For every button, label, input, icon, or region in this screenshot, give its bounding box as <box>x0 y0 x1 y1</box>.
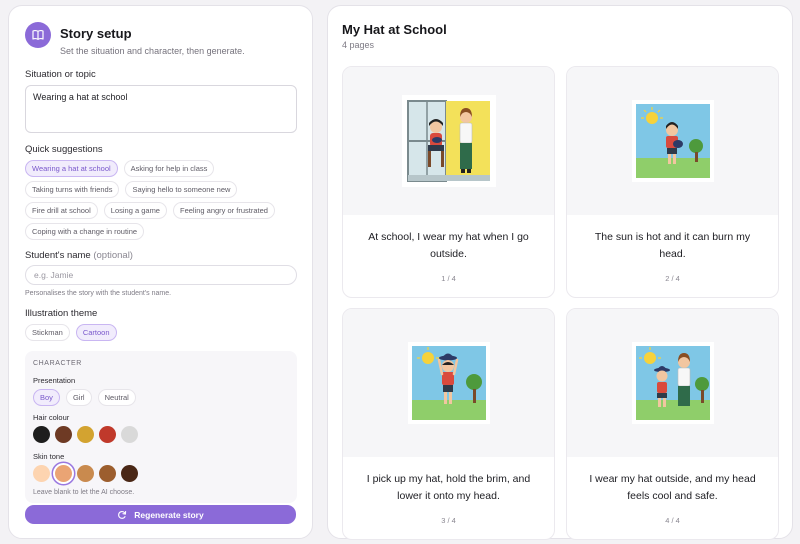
suggestion-chip[interactable]: Asking for help in class <box>123 160 215 177</box>
page-count: 4 pages <box>342 40 375 50</box>
optional-tag: (optional) <box>93 250 133 261</box>
page-illustration <box>567 67 778 215</box>
skin-swatch-selected[interactable] <box>55 465 72 482</box>
presentation-label: Presentation <box>33 376 76 385</box>
story-setup-panel: Story setup Set the situation and charac… <box>8 5 313 539</box>
suggestion-chip[interactable]: Feeling angry or frustrated <box>172 202 275 219</box>
hair-swatch[interactable] <box>77 426 94 443</box>
page-illustration <box>343 309 554 457</box>
page-illustration <box>567 309 778 457</box>
suggestion-list: Wearing a hat at school Asking for help … <box>25 160 296 240</box>
story-page-card[interactable]: The sun is hot and it can burn my head. … <box>566 66 779 298</box>
illustration-theme-label: Illustration theme <box>25 308 98 319</box>
classroom-illustration <box>401 95 496 187</box>
story-page-card[interactable]: At school, I wear my hat when I go outsi… <box>342 66 555 298</box>
setup-subtitle: Set the situation and character, then ge… <box>60 46 245 56</box>
page-number: 4 / 4 <box>665 516 680 525</box>
student-name-label: Student's name (optional) <box>25 250 296 261</box>
student-name-label-text: Student's name <box>25 250 91 261</box>
story-page-card[interactable]: I wear my hat outside, and my head feels… <box>566 308 779 540</box>
hair-swatch[interactable] <box>55 426 72 443</box>
page-number: 3 / 4 <box>441 516 456 525</box>
suggestion-chip[interactable]: Wearing a hat at school <box>25 160 118 177</box>
setup-header: Story setup Set the situation and charac… <box>25 22 296 56</box>
skin-tone-swatches <box>33 465 289 482</box>
hair-swatch[interactable] <box>99 426 116 443</box>
skin-swatch[interactable] <box>99 465 116 482</box>
student-name-hint: Personalises the story with the student'… <box>25 290 172 297</box>
suggestion-chip[interactable]: Saying hello to someone new <box>125 181 238 198</box>
skin-swatch[interactable] <box>77 465 94 482</box>
hair-colour-label: Hair colour <box>33 413 70 422</box>
theme-option-stickman[interactable]: Stickman <box>25 324 70 341</box>
presentation-option-boy[interactable]: Boy <box>33 389 60 406</box>
setup-title: Story setup <box>60 26 132 41</box>
regenerate-story-button[interactable]: Regenerate story <box>25 505 296 524</box>
skin-tone-label: Skin tone <box>33 452 65 461</box>
story-title: My Hat at School <box>342 22 447 37</box>
hair-colour-swatches <box>33 426 289 443</box>
character-section: CHARACTER Presentation Boy Girl Neutral … <box>25 351 297 503</box>
page-text: I wear my hat outside, and my head feels… <box>589 473 756 502</box>
page-illustration <box>343 67 554 215</box>
page-text: At school, I wear my hat when I go outsi… <box>368 231 529 260</box>
character-hint: Leave blank to let the AI choose. <box>33 489 135 496</box>
story-preview-panel: My Hat at School 4 pages At school, I we… <box>327 5 793 540</box>
suggestion-chip[interactable]: Coping with a change in routine <box>25 223 145 240</box>
page-text: The sun is hot and it can burn my head. <box>594 231 751 260</box>
situation-textarea[interactable]: Wearing a hat at school <box>25 85 297 133</box>
quick-suggestions-label: Quick suggestions <box>25 144 103 155</box>
outside-with-teacher-illustration <box>631 342 714 424</box>
skin-swatch[interactable] <box>121 465 138 482</box>
presentation-options: Boy Girl Neutral <box>33 389 289 406</box>
page-text: I pick up my hat, hold the brim, and low… <box>366 473 531 502</box>
suggestion-chip[interactable]: Losing a game <box>103 202 167 219</box>
student-name-input[interactable]: e.g. Jamie <box>25 265 297 285</box>
sunny-playground-illustration <box>631 100 714 182</box>
refresh-icon <box>118 510 127 519</box>
suggestion-chip[interactable]: Taking turns with friends <box>25 181 120 198</box>
theme-options: Stickman Cartoon <box>25 324 296 341</box>
character-title: CHARACTER <box>33 360 82 367</box>
regenerate-label: Regenerate story <box>134 509 204 520</box>
suggestion-chip[interactable]: Fire drill at school <box>25 202 98 219</box>
page-number: 2 / 4 <box>665 274 680 283</box>
skin-swatch[interactable] <box>33 465 50 482</box>
hair-swatch[interactable] <box>121 426 138 443</box>
book-icon <box>25 22 51 48</box>
presentation-option-girl[interactable]: Girl <box>65 389 92 406</box>
page-number: 1 / 4 <box>441 274 456 283</box>
putting-on-hat-illustration <box>407 342 490 424</box>
presentation-option-neutral[interactable]: Neutral <box>97 389 136 406</box>
theme-option-cartoon[interactable]: Cartoon <box>75 324 117 341</box>
situation-label: Situation or topic <box>25 69 96 80</box>
story-page-card[interactable]: I pick up my hat, hold the brim, and low… <box>342 308 555 540</box>
hair-swatch[interactable] <box>33 426 50 443</box>
